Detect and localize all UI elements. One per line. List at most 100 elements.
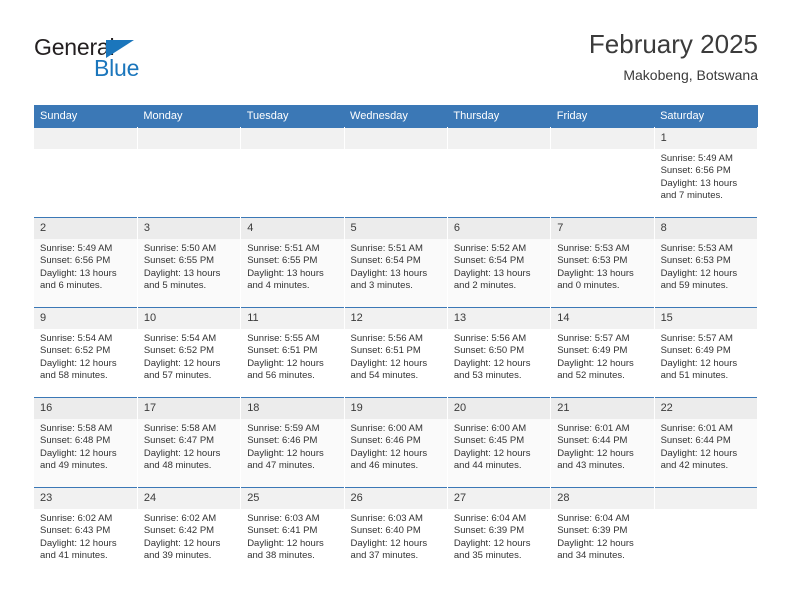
sunset-text: Sunset: 6:42 PM (143, 525, 215, 537)
calendar-day-cell[interactable]: 21 Sunrise: 6:01 AM Sunset: 6:44 PM Dayligh… (550, 397, 655, 488)
calendar-day-cell[interactable] (447, 127, 552, 218)
sunset-text: Sunset: 6:49 PM (660, 345, 731, 357)
day-details: Sunrise: 6:04 AM Sunset: 6:39 PM Daylight:… (448, 509, 550, 563)
calendar-day-cell[interactable]: 9 Sunrise: 5:54 AM Sunset: 6:52 PM Daylight… (34, 307, 138, 398)
calendar-day-cell[interactable]: 26 Sunrise: 6:03 AM Sunset: 6:40 PM Dayligh… (344, 487, 448, 577)
daylight-text-line1: Daylight: 12 hours (350, 537, 428, 549)
calendar-day-cell[interactable]: 8 Sunrise: 5:53 AM Sunset: 6:53 PM Daylight… (654, 217, 759, 308)
calendar-day-cell[interactable]: 11 Sunrise: 5:55 AM Sunset: 6:51 PM Dayligh… (240, 307, 345, 398)
day-number (137, 128, 241, 149)
calendar-day-cell[interactable]: 14 Sunrise: 5:57 AM Sunset: 6:49 PM Dayligh… (550, 307, 655, 398)
calendar-header-row: Sunday Monday Tuesday Wednesday Thursday… (34, 105, 758, 128)
calendar-day-cell[interactable]: 19 Sunrise: 6:00 AM Sunset: 6:46 PM Dayligh… (344, 397, 448, 488)
calendar-day-cell[interactable]: 23 Sunrise: 6:02 AM Sunset: 6:43 PM Dayligh… (34, 487, 138, 577)
sunrise-text: Sunrise: 5:54 AM (143, 333, 217, 344)
calendar-day-cell[interactable] (240, 127, 345, 218)
sunset-text: Sunset: 6:49 PM (557, 345, 628, 357)
calendar-day-cell[interactable]: 25 Sunrise: 6:03 AM Sunset: 6:41 PM Dayligh… (240, 487, 345, 577)
sunrise-text: Sunrise: 6:02 AM (143, 513, 217, 524)
day-number: 16 (34, 398, 137, 419)
daylight-text-line2: and 51 minutes. (660, 370, 729, 382)
sunrise-text: Sunrise: 5:55 AM (247, 333, 320, 344)
calendar-day-cell[interactable]: 13 Sunrise: 5:56 AM Sunset: 6:50 PM Dayligh… (447, 307, 552, 398)
day-number: 14 (551, 308, 654, 329)
calendar-day-cell[interactable]: 17 Sunrise: 5:58 AM Sunset: 6:47 PM Dayligh… (137, 397, 242, 488)
calendar-day-cell[interactable]: 5 Sunrise: 5:51 AM Sunset: 6:54 PM Daylight… (344, 217, 448, 308)
day-details: Sunrise: 5:59 AM Sunset: 6:46 PM Daylight:… (241, 419, 343, 473)
day-number: 12 (344, 308, 447, 329)
calendar-day-cell[interactable] (550, 127, 655, 218)
day-details: Sunrise: 5:50 AM Sunset: 6:55 PM Daylight:… (138, 239, 240, 293)
calendar-day-cell[interactable] (344, 127, 448, 218)
day-details: Sunrise: 5:57 AM Sunset: 6:49 PM Daylight:… (551, 329, 653, 383)
calendar-day-cell[interactable]: 1 Sunrise: 5:49 AM Sunset: 6:56 PM Daylight… (654, 127, 759, 218)
calendar-day-cell[interactable]: 6 Sunrise: 5:52 AM Sunset: 6:54 PM Daylight… (447, 217, 552, 308)
day-number: 4 (241, 218, 344, 239)
sunset-text: Sunset: 6:55 PM (143, 255, 215, 267)
calendar-day-cell[interactable]: 15 Sunrise: 5:57 AM Sunset: 6:49 PM Dayligh… (654, 307, 759, 398)
day-number: 26 (344, 488, 447, 509)
sunrise-text: Sunrise: 5:49 AM (660, 153, 733, 164)
calendar-day-cell[interactable]: 7 Sunrise: 5:53 AM Sunset: 6:53 PM Daylight… (550, 217, 655, 308)
daylight-text-line1: Daylight: 13 hours (247, 267, 324, 279)
daylight-text-line2: and 34 minutes. (557, 550, 625, 562)
daylight-text-line2: and 3 minutes. (350, 280, 413, 292)
calendar-day-cell[interactable]: 20 Sunrise: 6:00 AM Sunset: 6:45 PM Dayligh… (447, 397, 552, 488)
sunrise-text: Sunrise: 6:00 AM (453, 423, 527, 434)
daylight-text-line1: Daylight: 12 hours (247, 447, 324, 459)
calendar-day-cell[interactable]: 24 Sunrise: 6:02 AM Sunset: 6:42 PM Dayligh… (137, 487, 242, 577)
daylight-text-line1: Daylight: 12 hours (453, 537, 531, 549)
calendar-day-cell[interactable] (137, 127, 242, 218)
day-number (344, 128, 447, 149)
sunrise-text: Sunrise: 6:00 AM (350, 423, 423, 434)
logo-text-blue: Blue (94, 55, 140, 81)
day-number: 24 (137, 488, 241, 509)
sunset-text: Sunset: 6:53 PM (660, 255, 731, 267)
weekday-header-thursday: Thursday (447, 105, 551, 128)
daylight-text-line1: Daylight: 12 hours (143, 447, 221, 459)
calendar-day-cell[interactable]: 16 Sunrise: 5:58 AM Sunset: 6:48 PM Dayligh… (34, 397, 138, 488)
day-number: 10 (137, 308, 241, 329)
calendar-day-cell[interactable]: 10 Sunrise: 5:54 AM Sunset: 6:52 PM Dayligh… (137, 307, 242, 398)
daylight-text-line2: and 6 minutes. (40, 280, 103, 292)
calendar-day-cell[interactable] (34, 127, 138, 218)
daylight-text-line1: Daylight: 12 hours (40, 537, 117, 549)
calendar-day-cell[interactable]: 4 Sunrise: 5:51 AM Sunset: 6:55 PM Daylight… (240, 217, 345, 308)
daylight-text-line1: Daylight: 12 hours (660, 447, 738, 459)
calendar-day-cell[interactable]: 27 Sunrise: 6:04 AM Sunset: 6:39 PM Dayligh… (447, 487, 552, 577)
day-details (345, 149, 447, 153)
day-details: Sunrise: 5:58 AM Sunset: 6:47 PM Daylight:… (138, 419, 240, 473)
calendar-day-cell[interactable]: 2 Sunrise: 5:49 AM Sunset: 6:56 PM Daylight… (34, 217, 138, 308)
weekday-header-tuesday: Tuesday (240, 105, 345, 128)
day-details: Sunrise: 6:01 AM Sunset: 6:44 PM Daylight:… (551, 419, 653, 473)
weekday-header-sunday: Sunday (34, 105, 138, 128)
calendar-day-cell[interactable]: 12 Sunrise: 5:56 AM Sunset: 6:51 PM Dayligh… (344, 307, 448, 398)
day-number: 15 (654, 308, 757, 329)
sunrise-text: Sunrise: 6:04 AM (453, 513, 527, 524)
calendar-day-cell[interactable] (654, 487, 759, 577)
calendar-page: General Blue February 2025 Makobeng, Bot… (0, 0, 792, 612)
sunset-text: Sunset: 6:47 PM (143, 435, 215, 447)
day-details: Sunrise: 5:55 AM Sunset: 6:51 PM Daylight:… (241, 329, 343, 383)
day-details: Sunrise: 6:00 AM Sunset: 6:46 PM Daylight:… (345, 419, 447, 473)
day-number: 11 (241, 308, 344, 329)
day-number: 20 (447, 398, 551, 419)
calendar-day-cell[interactable]: 3 Sunrise: 5:50 AM Sunset: 6:55 PM Daylight… (137, 217, 242, 308)
sunset-text: Sunset: 6:53 PM (557, 255, 628, 267)
calendar-day-cell[interactable]: 22 Sunrise: 6:01 AM Sunset: 6:44 PM Dayligh… (654, 397, 759, 488)
day-details: Sunrise: 6:02 AM Sunset: 6:42 PM Daylight:… (138, 509, 240, 563)
daylight-text-line1: Daylight: 13 hours (350, 267, 428, 279)
sunset-text: Sunset: 6:52 PM (143, 345, 215, 357)
day-number: 18 (241, 398, 344, 419)
general-blue-logo[interactable]: General Blue (34, 34, 214, 90)
calendar-week-row: 9 Sunrise: 5:54 AM Sunset: 6:52 PM Daylight… (34, 307, 759, 398)
calendar-day-cell[interactable]: 18 Sunrise: 5:59 AM Sunset: 6:46 PM Dayligh… (240, 397, 345, 488)
sunrise-text: Sunrise: 5:52 AM (453, 243, 527, 254)
weekday-header-monday: Monday (137, 105, 241, 128)
day-number: 9 (34, 308, 137, 329)
sunset-text: Sunset: 6:56 PM (660, 165, 731, 177)
daylight-text-line2: and 4 minutes. (247, 280, 310, 292)
sunset-text: Sunset: 6:54 PM (350, 255, 421, 267)
calendar-day-cell[interactable]: 28 Sunrise: 6:04 AM Sunset: 6:39 PM Dayligh… (550, 487, 655, 577)
day-details: Sunrise: 5:57 AM Sunset: 6:49 PM Daylight:… (655, 329, 757, 383)
